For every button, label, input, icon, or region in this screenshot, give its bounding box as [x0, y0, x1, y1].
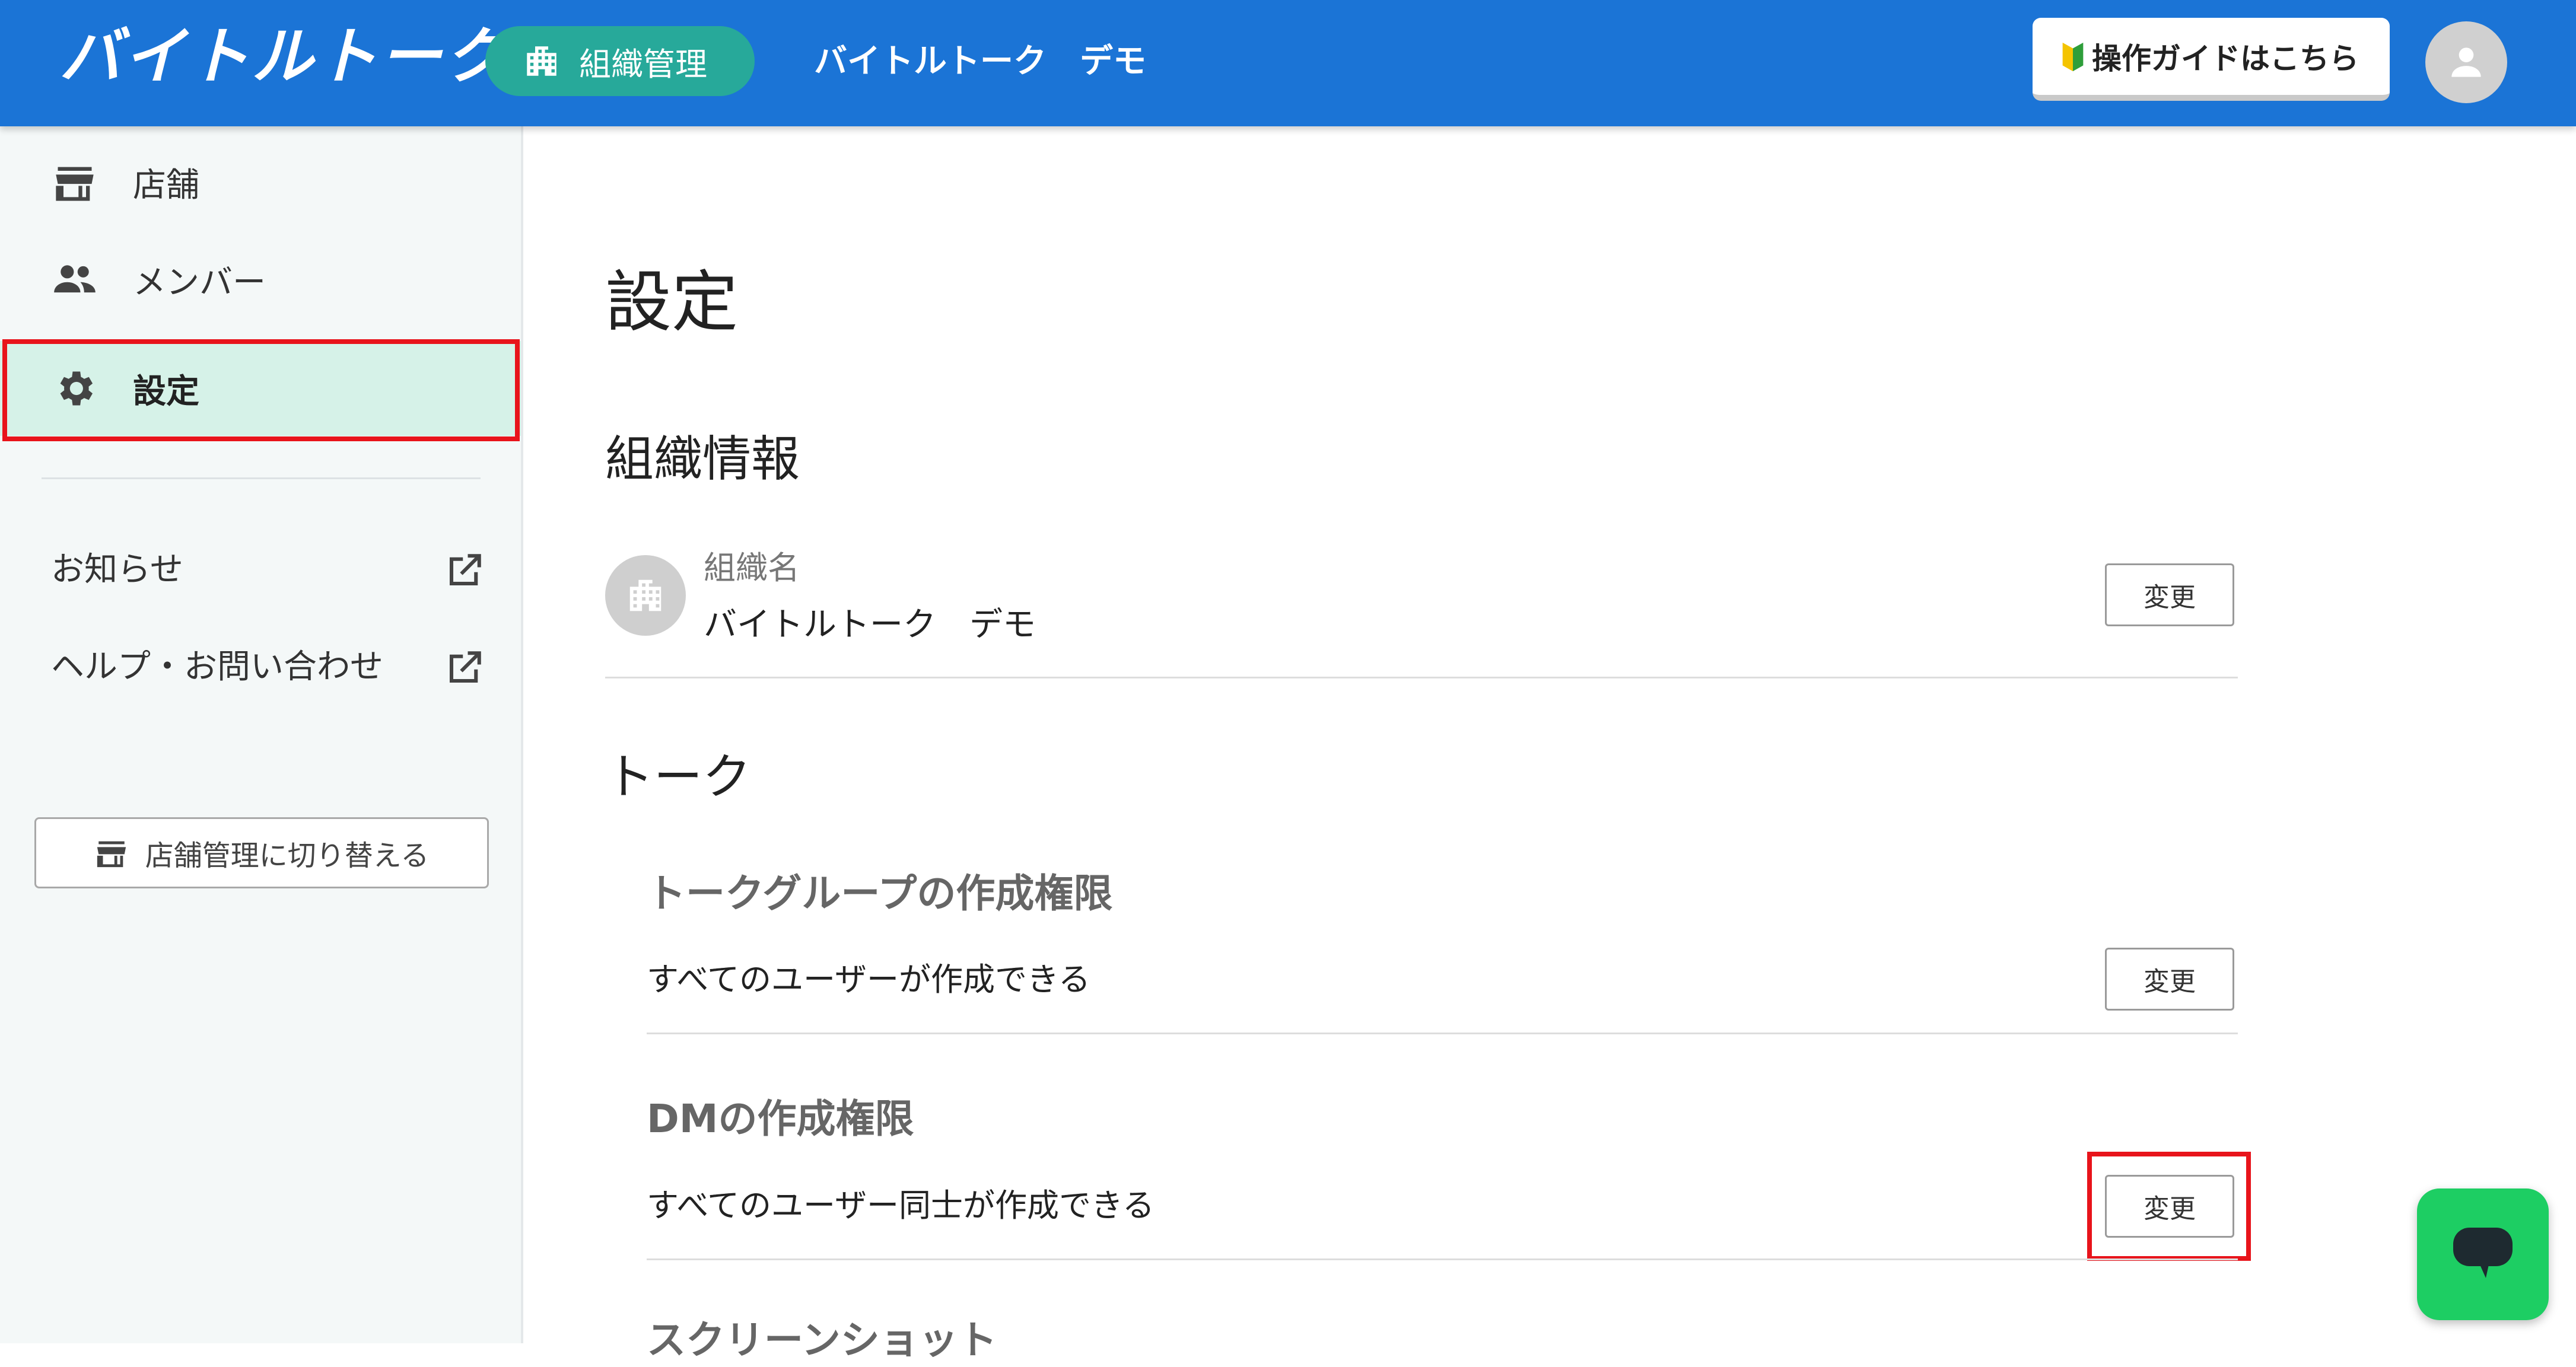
- sidebar-item-members[interactable]: メンバー: [0, 232, 521, 327]
- divider: [605, 677, 2238, 678]
- app-header: バイトルトーク 組織管理 バイトルトーク デモ 操作ガイドはこちら: [0, 0, 2576, 126]
- open-in-new-icon: [449, 651, 481, 683]
- setting-title: DMの作成権限: [647, 1096, 914, 1142]
- sidebar-item-stores[interactable]: 店舗: [0, 135, 521, 230]
- app-logo[interactable]: バイトルトーク: [59, 24, 508, 89]
- sidebar-link-news[interactable]: お知らせ: [51, 540, 484, 600]
- org-mode-pill[interactable]: 組織管理: [485, 26, 755, 96]
- org-avatar: [605, 555, 686, 636]
- org-section-title: 組織情報: [605, 431, 800, 487]
- setting-title: トークグループの作成権限: [647, 871, 1113, 916]
- page-title: 設定: [605, 264, 738, 341]
- sidebar-link-label: お知らせ: [51, 550, 183, 589]
- user-avatar[interactable]: [2425, 21, 2507, 103]
- sidebar-link-label: ヘルプ・お問い合わせ: [51, 648, 383, 686]
- switch-to-store-button[interactable]: 店舗管理に切り替える: [34, 817, 489, 888]
- chat-bubble-icon: [2453, 1228, 2513, 1278]
- setting-title: スクリーンショット: [647, 1317, 997, 1363]
- beginner-mark-icon: [2062, 42, 2084, 72]
- sidebar-item-label: 店舗: [133, 165, 199, 205]
- guide-button[interactable]: 操作ガイドはこちら: [2033, 18, 2390, 101]
- divider: [647, 1033, 2238, 1034]
- sidebar-item-label: メンバー: [133, 263, 266, 302]
- sidebar: 店舗 メンバー 設定 お知らせ ヘルプ・お問い合わせ 店舗管理に切り替える: [0, 126, 523, 1343]
- header-org-name: バイトルトーク デモ: [814, 42, 1146, 81]
- person-icon: [2451, 47, 2481, 77]
- settings-highlight-box: [2, 339, 520, 441]
- org-name-label: 組織名: [704, 549, 800, 587]
- dm-change-highlight-box: [2087, 1152, 2251, 1261]
- switch-button-label: 店舗管理に切り替える: [145, 839, 430, 872]
- building-icon: [527, 46, 556, 76]
- org-name-value: バイトルトーク デモ: [704, 606, 1036, 644]
- store-icon: [56, 167, 94, 201]
- people-icon: [54, 265, 96, 293]
- talk-section-title: トーク: [605, 749, 752, 805]
- guide-button-label: 操作ガイドはこちら: [2092, 42, 2359, 76]
- chat-support-button[interactable]: [2417, 1188, 2549, 1320]
- building-icon: [629, 579, 662, 611]
- sidebar-divider: [42, 477, 481, 479]
- org-mode-label: 組織管理: [579, 45, 707, 83]
- change-org-name-button[interactable]: 変更: [2105, 563, 2234, 626]
- open-in-new-icon: [449, 554, 481, 586]
- change-talk-group-permission-button[interactable]: 変更: [2105, 948, 2234, 1011]
- sidebar-link-help[interactable]: ヘルプ・お問い合わせ: [51, 638, 484, 697]
- setting-value: すべてのユーザーが作成できる: [647, 961, 1090, 998]
- setting-value: すべてのユーザー同士が作成できる: [647, 1187, 1155, 1224]
- divider: [647, 1258, 2238, 1260]
- store-icon: [97, 841, 126, 868]
